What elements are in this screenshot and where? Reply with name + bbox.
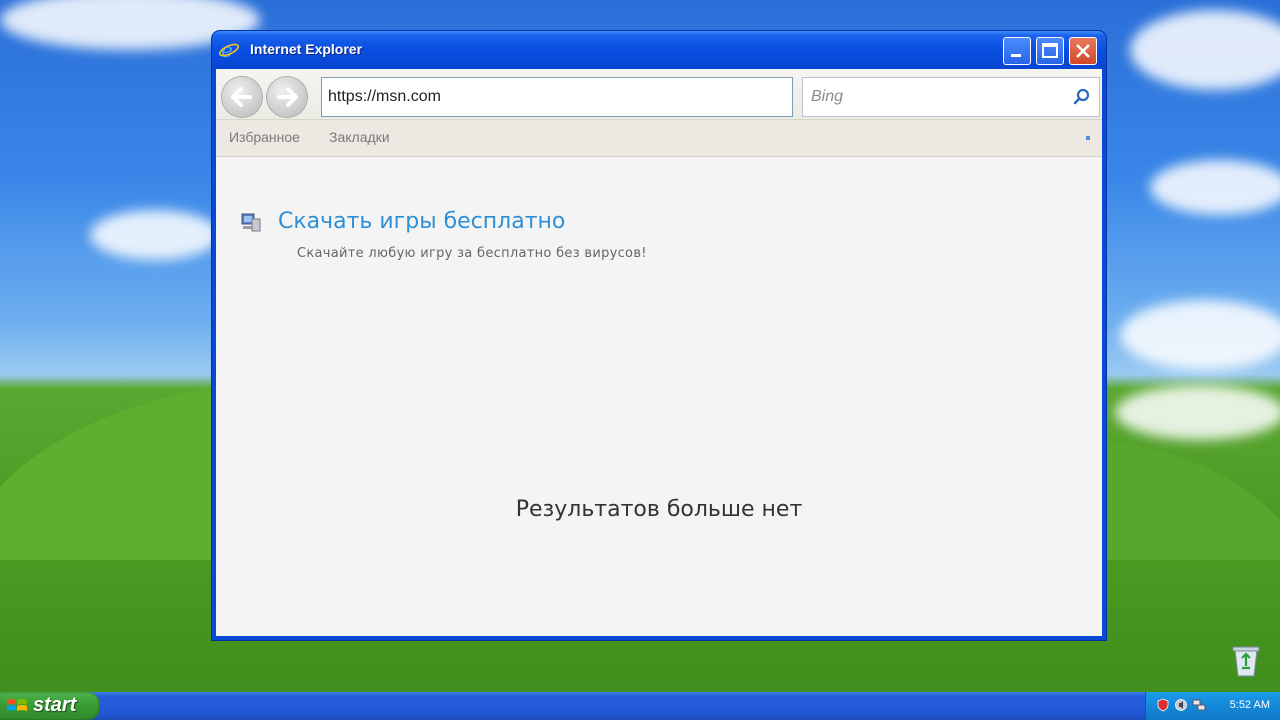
favorites-bar-item-favorites[interactable]: Избранное <box>229 129 300 145</box>
close-icon <box>1076 44 1090 58</box>
minimize-button[interactable] <box>1003 37 1031 65</box>
back-button[interactable] <box>222 77 262 117</box>
network-icon[interactable] <box>1192 698 1206 712</box>
search-icon[interactable] <box>1073 88 1091 106</box>
title-bar[interactable]: e Internet Explorer <box>212 31 1106 69</box>
search-placeholder: Bing <box>811 88 844 105</box>
window-title: Internet Explorer <box>250 41 363 57</box>
browser-client-area: https://msn.com Bing Избранное Закладки <box>216 69 1102 636</box>
start-button[interactable]: start <box>0 692 100 720</box>
forward-button[interactable] <box>267 77 307 117</box>
security-shield-icon[interactable] <box>1156 698 1170 712</box>
ie-logo-icon: e <box>218 39 240 61</box>
windows-logo-icon <box>7 699 27 711</box>
arrow-left-icon <box>231 87 252 107</box>
arrow-right-icon <box>277 87 298 107</box>
browser-window: e Internet Explorer https://msn.com Bing… <box>212 31 1106 640</box>
recycle-bin-icon[interactable] <box>1230 642 1262 678</box>
desktop: e Internet Explorer https://msn.com Bing… <box>0 0 1280 720</box>
favorites-bar-options-icon[interactable] <box>1086 136 1090 140</box>
taskbar: start 5:52 AM <box>0 692 1280 720</box>
cloud <box>90 210 220 260</box>
favorites-bar-item-bookmarks[interactable]: Закладки <box>329 129 390 145</box>
cloud <box>1120 300 1280 370</box>
clock[interactable]: 5:52 AM <box>1230 699 1270 711</box>
search-box[interactable]: Bing <box>802 77 1100 117</box>
maximize-button[interactable] <box>1036 37 1064 65</box>
navigation-toolbar: https://msn.com Bing <box>216 69 1102 120</box>
minimize-icon <box>1011 54 1021 57</box>
start-label: start <box>33 694 77 716</box>
system-tray: 5:52 AM <box>1145 692 1280 720</box>
result-link[interactable]: Скачать игры бесплатно <box>278 209 565 234</box>
cloud <box>1150 160 1280 215</box>
address-bar[interactable]: https://msn.com <box>321 77 793 117</box>
cloud <box>1115 385 1280 440</box>
volume-icon[interactable] <box>1174 698 1188 712</box>
computer-icon <box>241 213 261 232</box>
favorites-bar: Избранное Закладки <box>216 120 1102 157</box>
result-description: Скачайте любую игру за бесплатно без вир… <box>297 246 647 261</box>
close-button[interactable] <box>1069 37 1097 65</box>
no-more-results-text: Результатов больше нет <box>515 497 803 522</box>
page-content: Скачать игры бесплатно Скачайте любую иг… <box>216 157 1102 636</box>
cloud <box>1130 10 1280 90</box>
maximize-icon <box>1042 43 1058 58</box>
